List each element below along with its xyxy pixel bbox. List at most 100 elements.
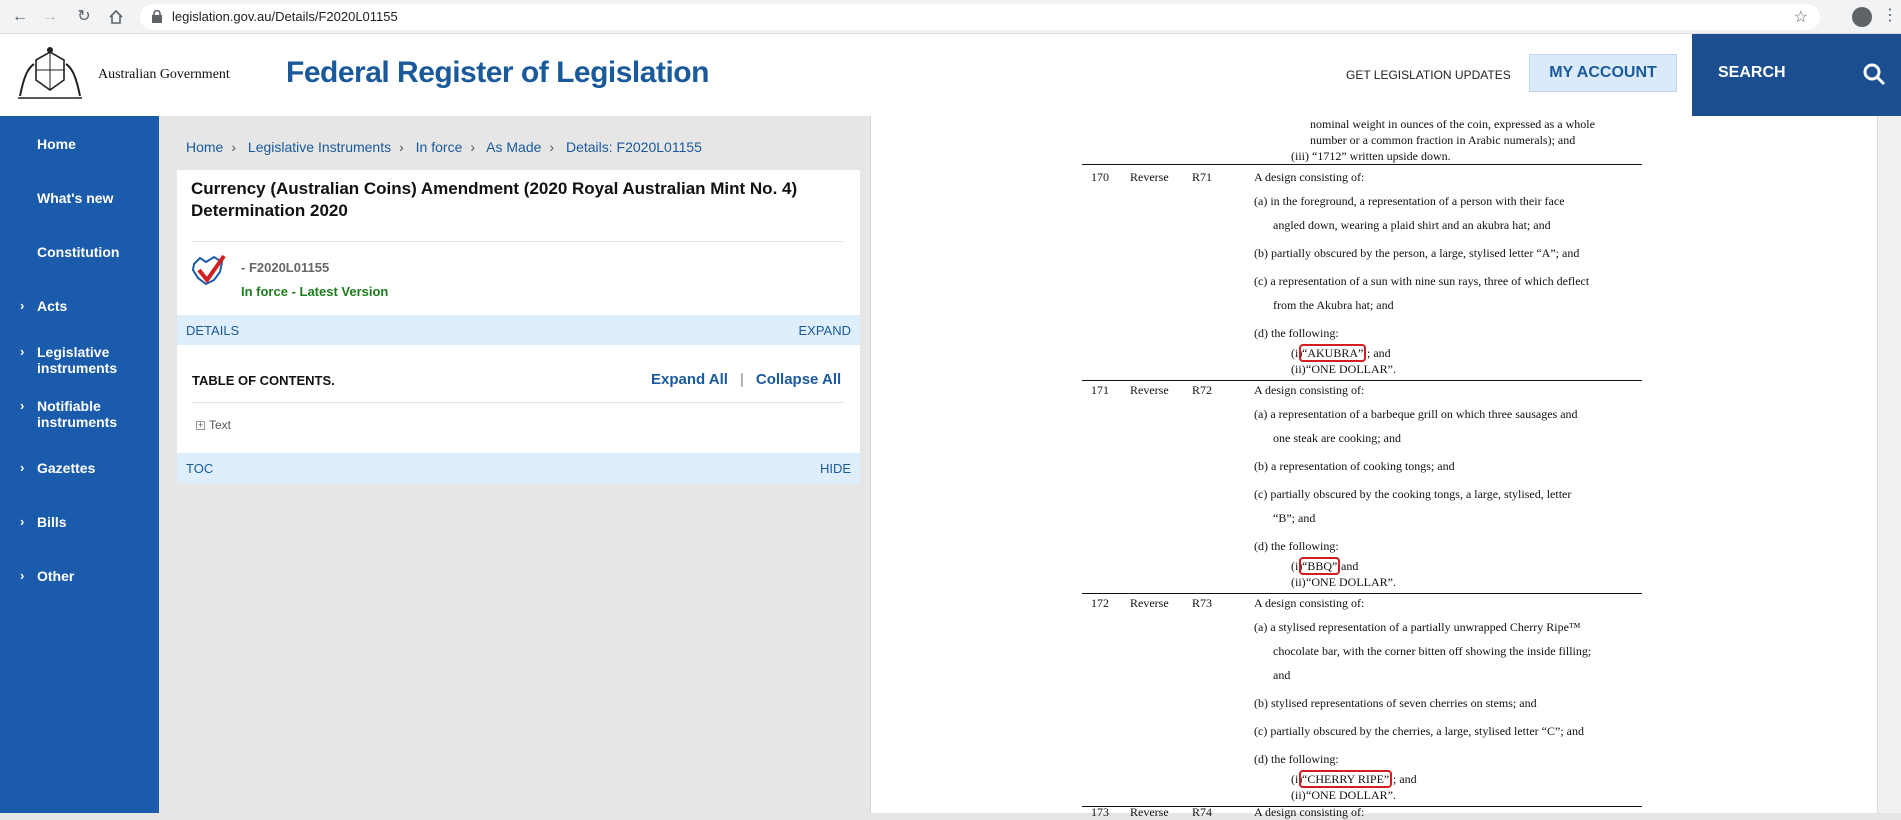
home-icon[interactable] bbox=[106, 7, 126, 27]
details-label[interactable]: DETAILS bbox=[186, 323, 239, 338]
breadcrumb-details[interactable]: Details: F2020L01155 bbox=[566, 139, 702, 155]
sidebar-item-whats-new[interactable]: What's new bbox=[0, 190, 159, 210]
sidebar-item-home[interactable]: Home bbox=[0, 136, 159, 156]
red-highlight-box bbox=[1299, 557, 1340, 575]
search-label: SEARCH bbox=[1718, 64, 1786, 81]
expand-all-button[interactable]: Expand All bbox=[651, 371, 728, 388]
item-code: R73 bbox=[1192, 596, 1213, 610]
continuation-line: nominal weight in ounces of the coin, ex… bbox=[1310, 117, 1595, 131]
item-paragraph: (a) in the foreground, a representation … bbox=[1254, 194, 1565, 208]
breadcrumb-home[interactable]: Home bbox=[186, 139, 223, 155]
toc-title: TABLE OF CONTENTS. bbox=[192, 373, 335, 388]
item-paragraph: “B”; and bbox=[1273, 511, 1316, 525]
toc-separator: | bbox=[739, 371, 744, 388]
forward-icon[interactable]: → bbox=[40, 7, 60, 27]
item-intro: A design consisting of: bbox=[1254, 383, 1365, 397]
sidebar-item-gazettes[interactable]: › Gazettes bbox=[0, 460, 159, 480]
item-paragraph: and bbox=[1273, 668, 1291, 682]
sub-item-prefix: (ii) bbox=[1291, 788, 1306, 802]
sidebar-item-label: Other bbox=[37, 568, 75, 584]
expand-button[interactable]: EXPAND bbox=[799, 323, 852, 338]
viewer-scrollbar[interactable] bbox=[1877, 116, 1901, 813]
item-paragraph: (b) partially obscured by the person, a … bbox=[1254, 246, 1580, 260]
chevron-right-icon: › bbox=[20, 398, 25, 413]
sub-item-suffix: and bbox=[1341, 559, 1359, 573]
sub-item-prefix: (ii) bbox=[1291, 362, 1306, 376]
government-name: Australian Government bbox=[98, 67, 230, 82]
chevron-right-icon: › bbox=[20, 568, 25, 583]
continuation-line: number or a common fraction in Arabic nu… bbox=[1310, 133, 1576, 147]
sidebar-item-label: What's new bbox=[37, 190, 114, 206]
item-paragraph: (a) a stylised representation of a parti… bbox=[1254, 620, 1581, 634]
sub-item-prefix: (ii) bbox=[1291, 575, 1306, 589]
toc-label[interactable]: TOC bbox=[186, 461, 213, 476]
table-rule bbox=[1082, 380, 1642, 381]
sub-item-text: “ONE DOLLAR”. bbox=[1306, 575, 1396, 589]
search-button[interactable]: SEARCH bbox=[1692, 34, 1901, 116]
chevron-right-icon: › bbox=[20, 460, 25, 475]
sidebar-item-bills[interactable]: › Bills bbox=[0, 514, 159, 534]
toc-item-text[interactable]: + Text bbox=[196, 418, 231, 432]
item-side: Reverse bbox=[1130, 383, 1169, 397]
reload-icon[interactable]: ↻ bbox=[74, 7, 94, 27]
document-title: Currency (Australian Coins) Amendment (2… bbox=[191, 179, 798, 220]
legislation-updates-link[interactable]: GET LEGISLATION UPDATES bbox=[1346, 68, 1511, 82]
sub-item-text: “ONE DOLLAR”. bbox=[1306, 362, 1396, 376]
item-side: Reverse bbox=[1130, 596, 1169, 610]
item-paragraph: angled down, wearing a plaid shirt and a… bbox=[1273, 218, 1551, 232]
sub-item-text: “ONE DOLLAR”. bbox=[1306, 788, 1396, 802]
sidebar-item-constitution[interactable]: Constitution bbox=[0, 244, 159, 264]
divider bbox=[192, 402, 844, 403]
expand-plus-icon: + bbox=[196, 420, 205, 431]
url-text: legislation.gov.au/Details/F2020L01155 bbox=[172, 9, 398, 24]
profile-avatar-icon[interactable] bbox=[1852, 7, 1872, 27]
item-side: Reverse bbox=[1130, 170, 1169, 184]
item-paragraph: (c) partially obscured by the cooking to… bbox=[1254, 487, 1572, 501]
chevron-right-icon: › bbox=[20, 514, 25, 529]
sidebar-item-label: Gazettes bbox=[37, 460, 96, 476]
table-rule bbox=[1082, 593, 1642, 594]
item-code: R71 bbox=[1192, 170, 1213, 184]
in-force-tick-icon bbox=[191, 254, 226, 286]
my-account-button[interactable]: MY ACCOUNT bbox=[1529, 54, 1677, 92]
item-paragraph: (a) a representation of a barbeque grill… bbox=[1254, 407, 1578, 421]
chevron-right-icon: › bbox=[20, 298, 25, 313]
toc-bar: TOC HIDE bbox=[177, 453, 860, 483]
table-rule bbox=[1082, 164, 1642, 165]
chevron-right-icon: › bbox=[399, 139, 404, 155]
sidebar-item-acts[interactable]: › Acts bbox=[0, 298, 159, 318]
browser-menu-icon[interactable]: ⋮ bbox=[1882, 5, 1898, 25]
sidebar-item-label: Constitution bbox=[37, 244, 120, 260]
status-badge: In force - Latest Version bbox=[241, 284, 389, 299]
item-paragraph: (d) the following: bbox=[1254, 326, 1339, 340]
search-icon bbox=[1863, 63, 1886, 86]
chevron-right-icon: › bbox=[470, 139, 476, 155]
bookmark-star-icon[interactable]: ☆ bbox=[1794, 7, 1808, 27]
lock-icon bbox=[152, 10, 162, 23]
sidebar-item-other[interactable]: › Other bbox=[0, 568, 159, 588]
back-icon[interactable]: ← bbox=[10, 7, 30, 27]
sidebar-item-label: Home bbox=[37, 136, 76, 152]
sidebar-item-notifiable-instruments[interactable]: › Notifiable instruments bbox=[0, 398, 159, 432]
breadcrumb-legislative-instruments[interactable]: Legislative Instruments bbox=[248, 139, 391, 155]
address-bar[interactable]: legislation.gov.au/Details/F2020L01155 ☆ bbox=[140, 4, 1820, 30]
collapse-all-button[interactable]: Collapse All bbox=[756, 371, 841, 388]
item-paragraph: one steak are cooking; and bbox=[1273, 431, 1401, 445]
item-paragraph: (c) partially obscured by the cherries, … bbox=[1254, 724, 1584, 738]
sidebar-item-legislative-instruments[interactable]: › Legislative instruments bbox=[0, 344, 159, 378]
item-intro: A design consisting of: bbox=[1254, 596, 1365, 610]
breadcrumb-as-made[interactable]: As Made bbox=[486, 139, 541, 155]
site-title[interactable]: Federal Register of Legislation bbox=[286, 56, 709, 90]
item-number: 172 bbox=[1091, 596, 1109, 610]
sub-item-suffix: ; and bbox=[1367, 346, 1391, 360]
breadcrumb-in-force[interactable]: In force bbox=[416, 139, 463, 155]
details-bar: DETAILS EXPAND bbox=[177, 315, 860, 345]
sidebar-item-label: Legislative instruments bbox=[37, 344, 118, 376]
toc-item-label: Text bbox=[209, 418, 232, 432]
continuation-line: (iii) “1712” written upside down. bbox=[1291, 149, 1451, 163]
document-id: - F2020L01155 bbox=[241, 260, 330, 275]
sidebar-nav: Home What's new Constitution › Acts › Le… bbox=[0, 116, 159, 813]
coat-of-arms-logo[interactable] bbox=[14, 46, 86, 104]
chevron-right-icon: › bbox=[20, 344, 25, 359]
hide-button[interactable]: HIDE bbox=[820, 461, 851, 476]
